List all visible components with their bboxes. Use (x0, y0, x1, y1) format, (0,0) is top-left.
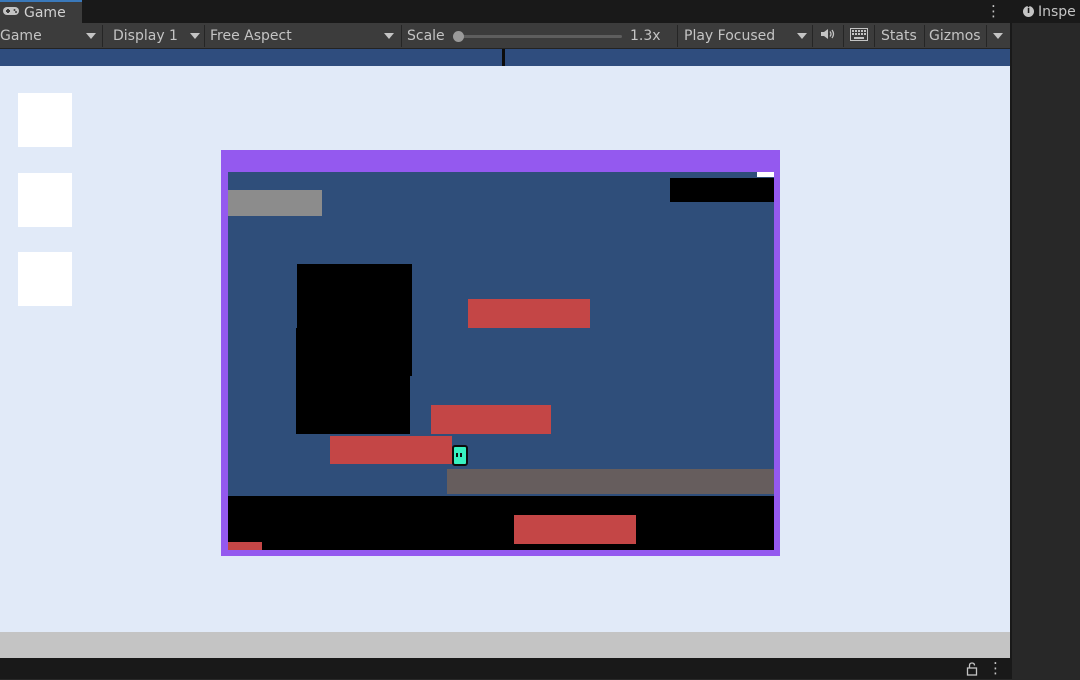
chevron-down-icon (384, 33, 394, 39)
view-center-marker (502, 49, 505, 66)
divider (102, 25, 103, 47)
black-block (670, 178, 774, 202)
ui-slot (18, 93, 72, 147)
gizmos-dropdown-icon[interactable] (993, 33, 1003, 39)
game-scene (228, 172, 774, 550)
lock-icon[interactable] (966, 661, 978, 680)
red-hazard (228, 542, 262, 550)
display-dropdown[interactable]: Display 1 (113, 23, 205, 49)
game-view-header-strip (0, 49, 1010, 66)
black-floor (228, 496, 774, 550)
grey-platform (228, 190, 322, 216)
shortcuts-toggle-button[interactable] (850, 23, 870, 49)
player-character (452, 445, 468, 466)
inspector-panel (1012, 0, 1080, 679)
red-hazard (431, 405, 551, 434)
red-hazard (330, 436, 452, 464)
ground-platform (447, 469, 774, 494)
divider (812, 25, 813, 47)
gamepad-icon (2, 5, 20, 21)
display-label: Display 1 (113, 28, 178, 44)
more-options-icon[interactable]: ⋮ (988, 659, 1003, 677)
player-eye (456, 453, 458, 457)
divider (874, 25, 875, 47)
ui-slot (18, 173, 72, 227)
more-options-icon[interactable]: ⋮ (986, 2, 1001, 20)
divider (401, 25, 402, 47)
white-marker (757, 172, 774, 177)
divider (843, 25, 844, 47)
red-hazard (514, 515, 636, 544)
keyboard-icon (850, 27, 868, 45)
play-mode-dropdown[interactable]: Play Focused (684, 23, 810, 49)
tab-game-label: Game (24, 4, 66, 21)
black-block (296, 328, 410, 434)
chevron-down-icon (86, 33, 96, 39)
scale-slider-handle[interactable] (453, 31, 464, 42)
divider (677, 25, 678, 47)
scale-slider-track[interactable] (458, 35, 622, 38)
tab-inspector-label: Inspe (1038, 3, 1076, 20)
mute-audio-button[interactable] (820, 23, 838, 49)
divider (204, 25, 205, 47)
divider (986, 25, 987, 47)
tab-bar (0, 0, 1010, 23)
info-icon: i (1023, 6, 1034, 17)
stats-button[interactable]: Stats (881, 23, 917, 49)
aspect-label: Free Aspect (210, 28, 292, 44)
play-mode-label: Play Focused (684, 28, 776, 44)
player-eye (460, 453, 462, 457)
divider (924, 25, 925, 47)
tab-game[interactable]: Game (0, 0, 82, 23)
game-view-bottom-bar (0, 632, 1010, 658)
tab-inspector[interactable]: i Inspe (1012, 0, 1080, 23)
chevron-down-icon (797, 33, 807, 39)
scale-value: 1.3x (630, 28, 661, 44)
red-hazard (468, 299, 590, 328)
aspect-dropdown[interactable]: Free Aspect (210, 23, 398, 49)
status-bar: ⋮ (0, 658, 1010, 679)
chevron-down-icon (190, 33, 200, 39)
view-mode-dropdown[interactable]: Game (0, 23, 100, 49)
scale-label: Scale (407, 28, 445, 44)
ui-slot (18, 252, 72, 306)
view-mode-label: Game (0, 28, 42, 44)
gizmos-label: Gizmos (929, 28, 981, 44)
speaker-icon (820, 27, 836, 45)
